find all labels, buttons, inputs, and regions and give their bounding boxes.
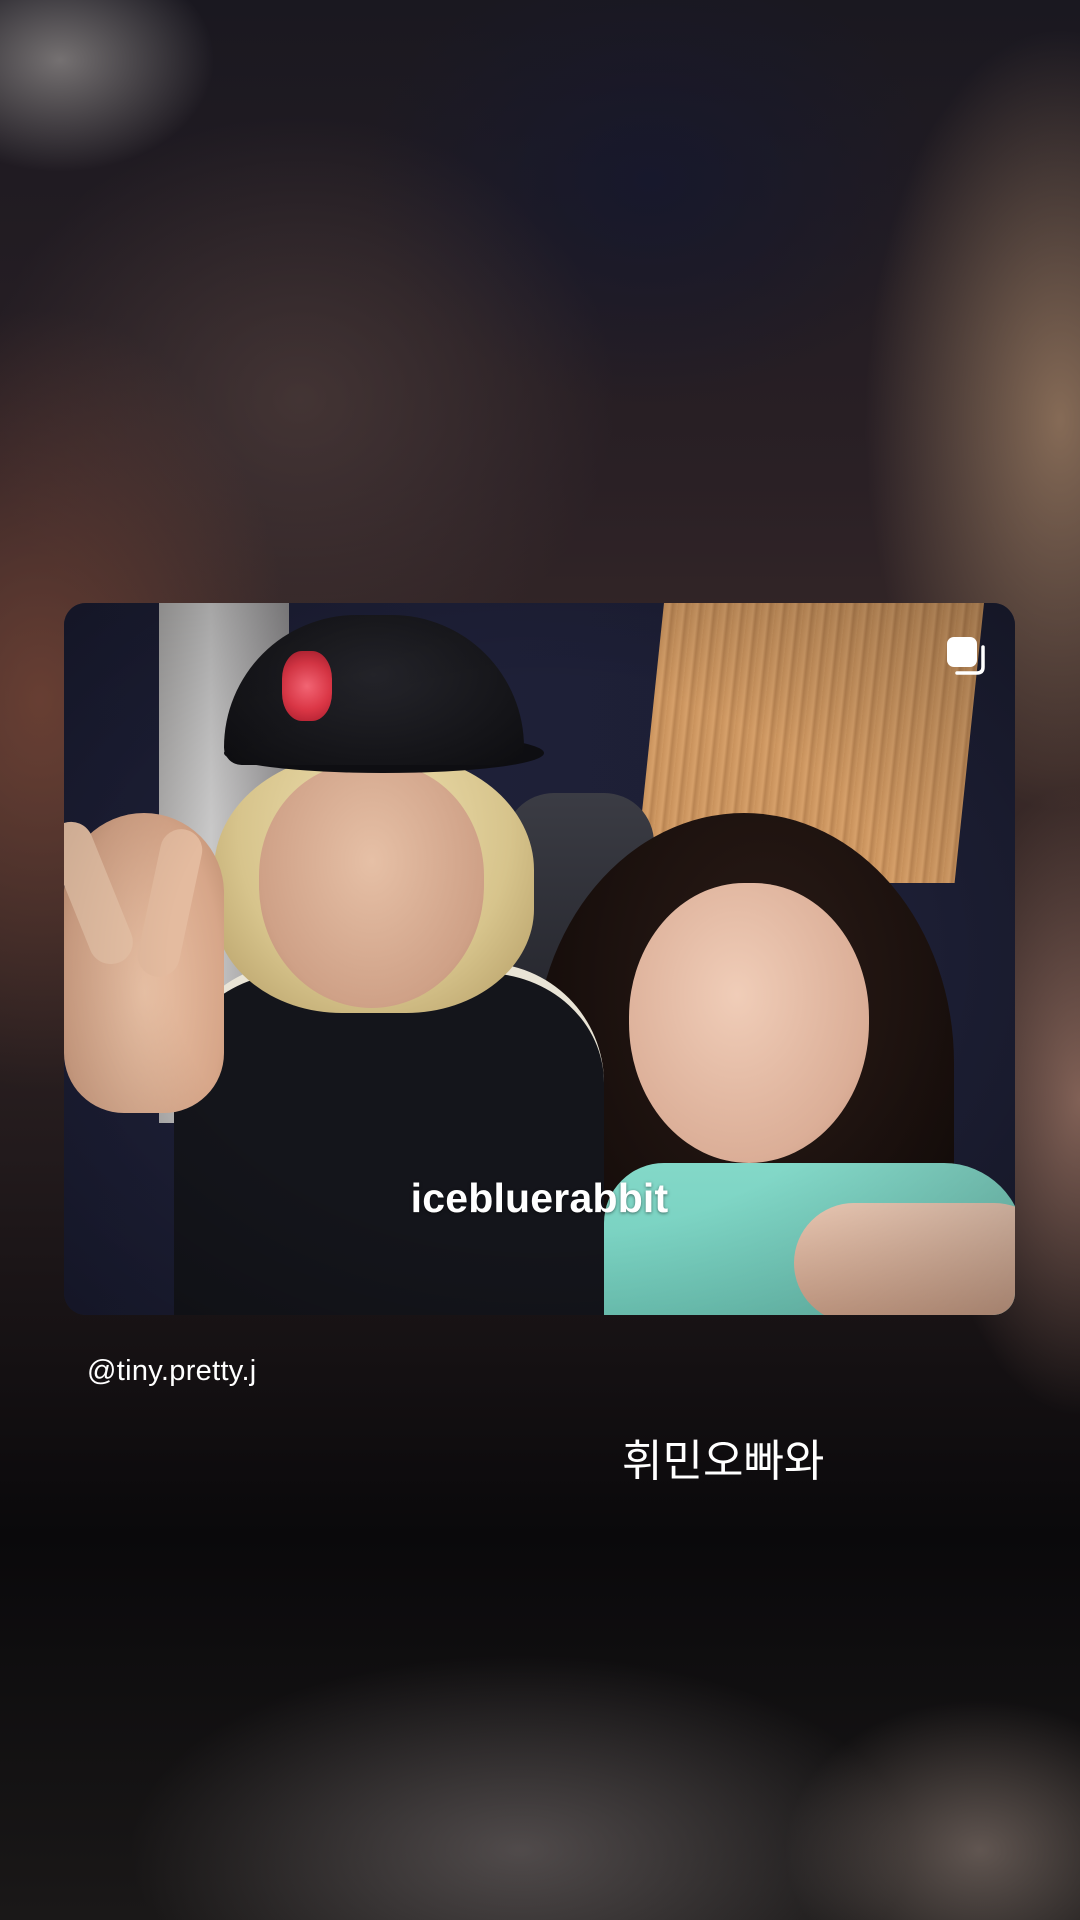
post-username-label[interactable]: icebluerabbit xyxy=(64,1175,1015,1222)
mention-link[interactable]: @tiny.pretty.j xyxy=(87,1355,257,1388)
multiple-photos-icon xyxy=(947,637,985,675)
story-caption-text: 휘민오빠와 xyxy=(622,1436,825,1487)
shared-post-card[interactable]: icebluerabbit xyxy=(64,603,1015,1315)
